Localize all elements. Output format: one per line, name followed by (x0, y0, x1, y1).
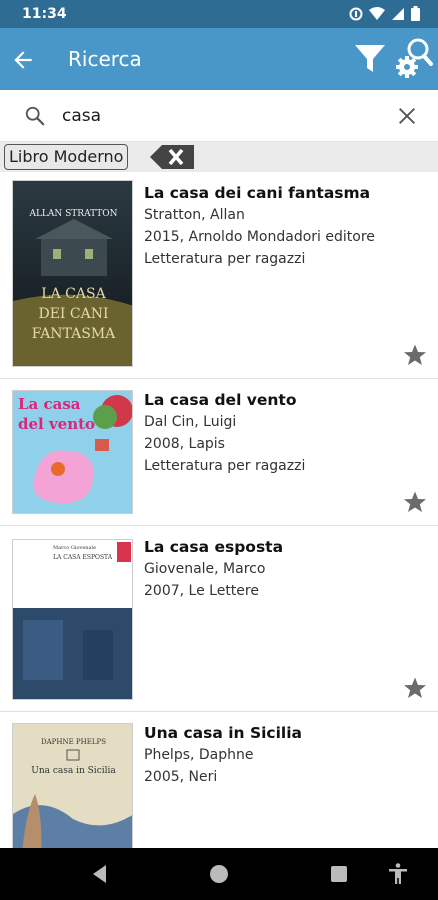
book-publication: 2015, Arnoldo Mondadori editore (144, 229, 375, 245)
home-circle-icon[interactable] (207, 862, 231, 886)
cover-title-text: LA CASA (41, 286, 106, 302)
filter-chip[interactable]: Libro Moderno (4, 144, 129, 170)
cover-author-text: ALLAN STRATTON (29, 209, 118, 219)
status-bar: 11:34 (0, 0, 438, 28)
cover-author-text: Marco Giovenale (53, 545, 97, 551)
search-input[interactable] (62, 102, 362, 130)
book-category: Letteratura per ragazzi (144, 251, 306, 267)
app-bar: Ricerca (0, 28, 438, 90)
search-icon (25, 106, 45, 126)
book-info: Una casa in Sicilia Phelps, Daphne 2005,… (144, 722, 424, 788)
book-cover: ALLAN STRATTON LA CASA DEI CANI FANTASMA (12, 180, 133, 367)
favorite-star-icon[interactable] (403, 676, 427, 700)
cover-title-text: DEI CANI (38, 306, 109, 322)
book-cover: DAPHNE PHELPS Una casa in Sicilia (12, 723, 133, 848)
battery-icon (411, 6, 420, 21)
cover-title-text: del vento (18, 415, 96, 433)
list-item[interactable]: La casa del vento La casa del vento Dal … (0, 379, 438, 526)
search-settings-icon[interactable] (394, 36, 434, 82)
book-publication: 2007, Le Lettere (144, 583, 259, 599)
status-time: 11:34 (22, 6, 67, 22)
list-item[interactable]: ALLAN STRATTON LA CASA DEI CANI FANTASMA… (0, 172, 438, 379)
navigation-bar (0, 848, 438, 900)
book-info: La casa del vento Dal Cin, Luigi 2008, L… (144, 389, 424, 477)
chip-remove-icon[interactable] (150, 145, 194, 169)
list-item[interactable]: Marco Giovenale LA CASA ESPOSTA La casa … (0, 526, 438, 712)
book-author: Dal Cin, Luigi (144, 414, 237, 430)
book-title: Una casa in Sicilia (144, 724, 303, 742)
clear-icon[interactable] (396, 105, 418, 127)
book-info: La casa dei cani fantasma Stratton, Alla… (144, 182, 424, 270)
list-item[interactable]: DAPHNE PHELPS Una casa in Sicilia Una ca… (0, 712, 438, 848)
book-cover: Marco Giovenale LA CASA ESPOSTA (12, 539, 133, 700)
book-title: La casa dei cani fantasma (144, 184, 371, 202)
book-title: La casa del vento (144, 391, 297, 409)
cover-title-text: Una casa in Sicilia (31, 766, 116, 776)
book-author: Stratton, Allan (144, 207, 245, 223)
results-list: ALLAN STRATTON LA CASA DEI CANI FANTASMA… (0, 172, 438, 848)
data-saver-icon (349, 7, 363, 20)
book-cover: La casa del vento (12, 390, 133, 514)
favorite-star-icon[interactable] (403, 490, 427, 514)
favorite-star-icon[interactable] (403, 343, 427, 367)
book-cover-art (13, 540, 132, 699)
cover-title-text: FANTASMA (31, 326, 116, 342)
filter-chip-row: Libro Moderno (0, 142, 438, 172)
book-title: La casa esposta (144, 538, 284, 556)
book-author: Phelps, Daphne (144, 747, 254, 763)
book-info: La casa esposta Giovenale, Marco 2007, L… (144, 536, 424, 602)
book-author: Giovenale, Marco (144, 561, 266, 577)
search-bar (0, 90, 438, 142)
filter-icon[interactable] (354, 44, 386, 74)
book-publication: 2005, Neri (144, 769, 218, 785)
arrow-back-icon[interactable] (10, 47, 36, 73)
cover-title-text: LA CASA ESPOSTA (53, 554, 113, 561)
back-triangle-icon[interactable] (88, 862, 112, 886)
wifi-icon (369, 6, 385, 20)
accessibility-icon[interactable] (386, 862, 410, 886)
status-icons (349, 6, 420, 21)
signal-icon (392, 7, 404, 20)
page-title: Ricerca (68, 47, 142, 71)
cover-author-text: DAPHNE PHELPS (40, 738, 107, 746)
book-category: Letteratura per ragazzi (144, 458, 306, 474)
recents-square-icon[interactable] (327, 862, 351, 886)
book-publication: 2008, Lapis (144, 436, 225, 452)
cover-title-text: La casa (18, 395, 81, 413)
